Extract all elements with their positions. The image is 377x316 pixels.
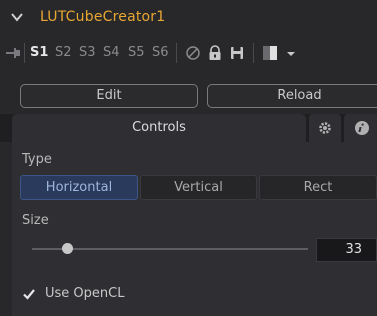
tab-info[interactable] (344, 114, 377, 142)
use-opencl-label: Use OpenCL (45, 286, 125, 301)
reload-button[interactable]: Reload (207, 84, 377, 108)
save-icon[interactable] (228, 44, 246, 62)
slot-s5[interactable]: S5 (128, 45, 145, 60)
size-value-field[interactable]: 33 (316, 238, 377, 262)
slot-s4[interactable]: S4 (103, 45, 120, 60)
info-icon (355, 121, 369, 135)
tab-strip: Controls (0, 114, 377, 142)
chevron-down-icon[interactable] (10, 10, 24, 24)
pin-icon[interactable] (6, 46, 20, 60)
size-slider-track[interactable] (32, 248, 308, 250)
use-opencl-checkbox[interactable] (22, 287, 36, 301)
size-label: Size (22, 213, 49, 228)
disable-icon[interactable] (184, 44, 202, 62)
separator (176, 43, 177, 63)
tool-title: LUTCubeCreator1 (40, 9, 166, 25)
slot-s3[interactable]: S3 (79, 45, 96, 60)
edit-button[interactable]: Edit (20, 84, 198, 108)
gear-icon (319, 122, 331, 134)
type-option-rect[interactable]: Rect (259, 175, 377, 200)
size-slider-handle[interactable] (62, 243, 73, 254)
color-swatch-icon[interactable] (261, 44, 287, 62)
type-label: Type (22, 152, 52, 167)
type-option-vertical[interactable]: Vertical (140, 175, 257, 200)
slot-s1[interactable]: S1 (30, 45, 48, 60)
dropdown-arrow-icon[interactable] (286, 44, 296, 62)
slot-s6[interactable]: S6 (152, 45, 169, 60)
tool-header: LUTCubeCreator1 (0, 0, 377, 36)
lock-icon[interactable] (206, 44, 224, 62)
separator (24, 43, 25, 63)
tab-controls[interactable]: Controls (12, 114, 306, 142)
tab-settings[interactable] (309, 114, 341, 142)
slot-s2[interactable]: S2 (55, 45, 72, 60)
type-option-horizontal[interactable]: Horizontal (20, 175, 138, 200)
version-slot-bar: S1 S2 S3 S4 S5 S6 (0, 36, 377, 70)
separator (253, 43, 254, 63)
